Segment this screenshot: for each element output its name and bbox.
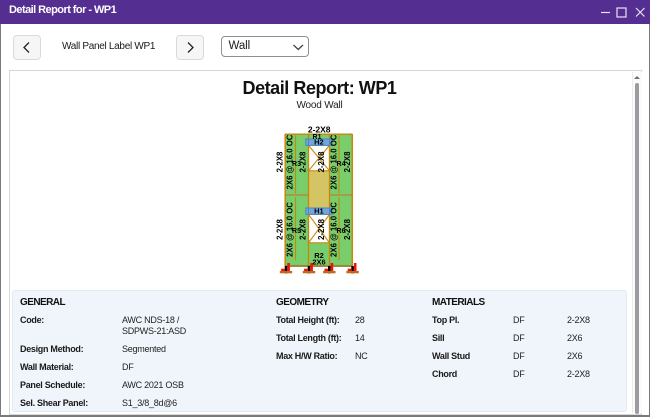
svg-text:2-2X8: 2-2X8 xyxy=(298,218,307,239)
svg-text:2-2X8: 2-2X8 xyxy=(343,218,352,239)
svg-text:H1: H1 xyxy=(314,207,324,216)
svg-text:H2: H2 xyxy=(314,137,324,146)
svg-text:2-2X8: 2-2X8 xyxy=(275,218,284,239)
svg-text:2X6 @ 16.0 OC: 2X6 @ 16.0 OC xyxy=(285,202,294,257)
svg-text:2X6 @ 16.0 OC: 2X6 @ 16.0 OC xyxy=(330,202,339,257)
svg-text:2-2X8: 2-2X8 xyxy=(298,151,307,172)
svg-text:2-2X8: 2-2X8 xyxy=(343,151,352,172)
svg-text:2-2X8: 2-2X8 xyxy=(275,151,284,172)
svg-text:2-2X8: 2-2X8 xyxy=(308,124,331,134)
svg-text:2X6 @ 16.0 OC: 2X6 @ 16.0 OC xyxy=(285,134,294,189)
svg-text:2X6: 2X6 xyxy=(312,258,325,267)
svg-text:2-2X8: 2-2X8 xyxy=(317,218,326,239)
svg-text:2X6 @ 16.0 OC: 2X6 @ 16.0 OC xyxy=(330,134,339,189)
svg-text:2-2X8: 2-2X8 xyxy=(317,151,326,172)
